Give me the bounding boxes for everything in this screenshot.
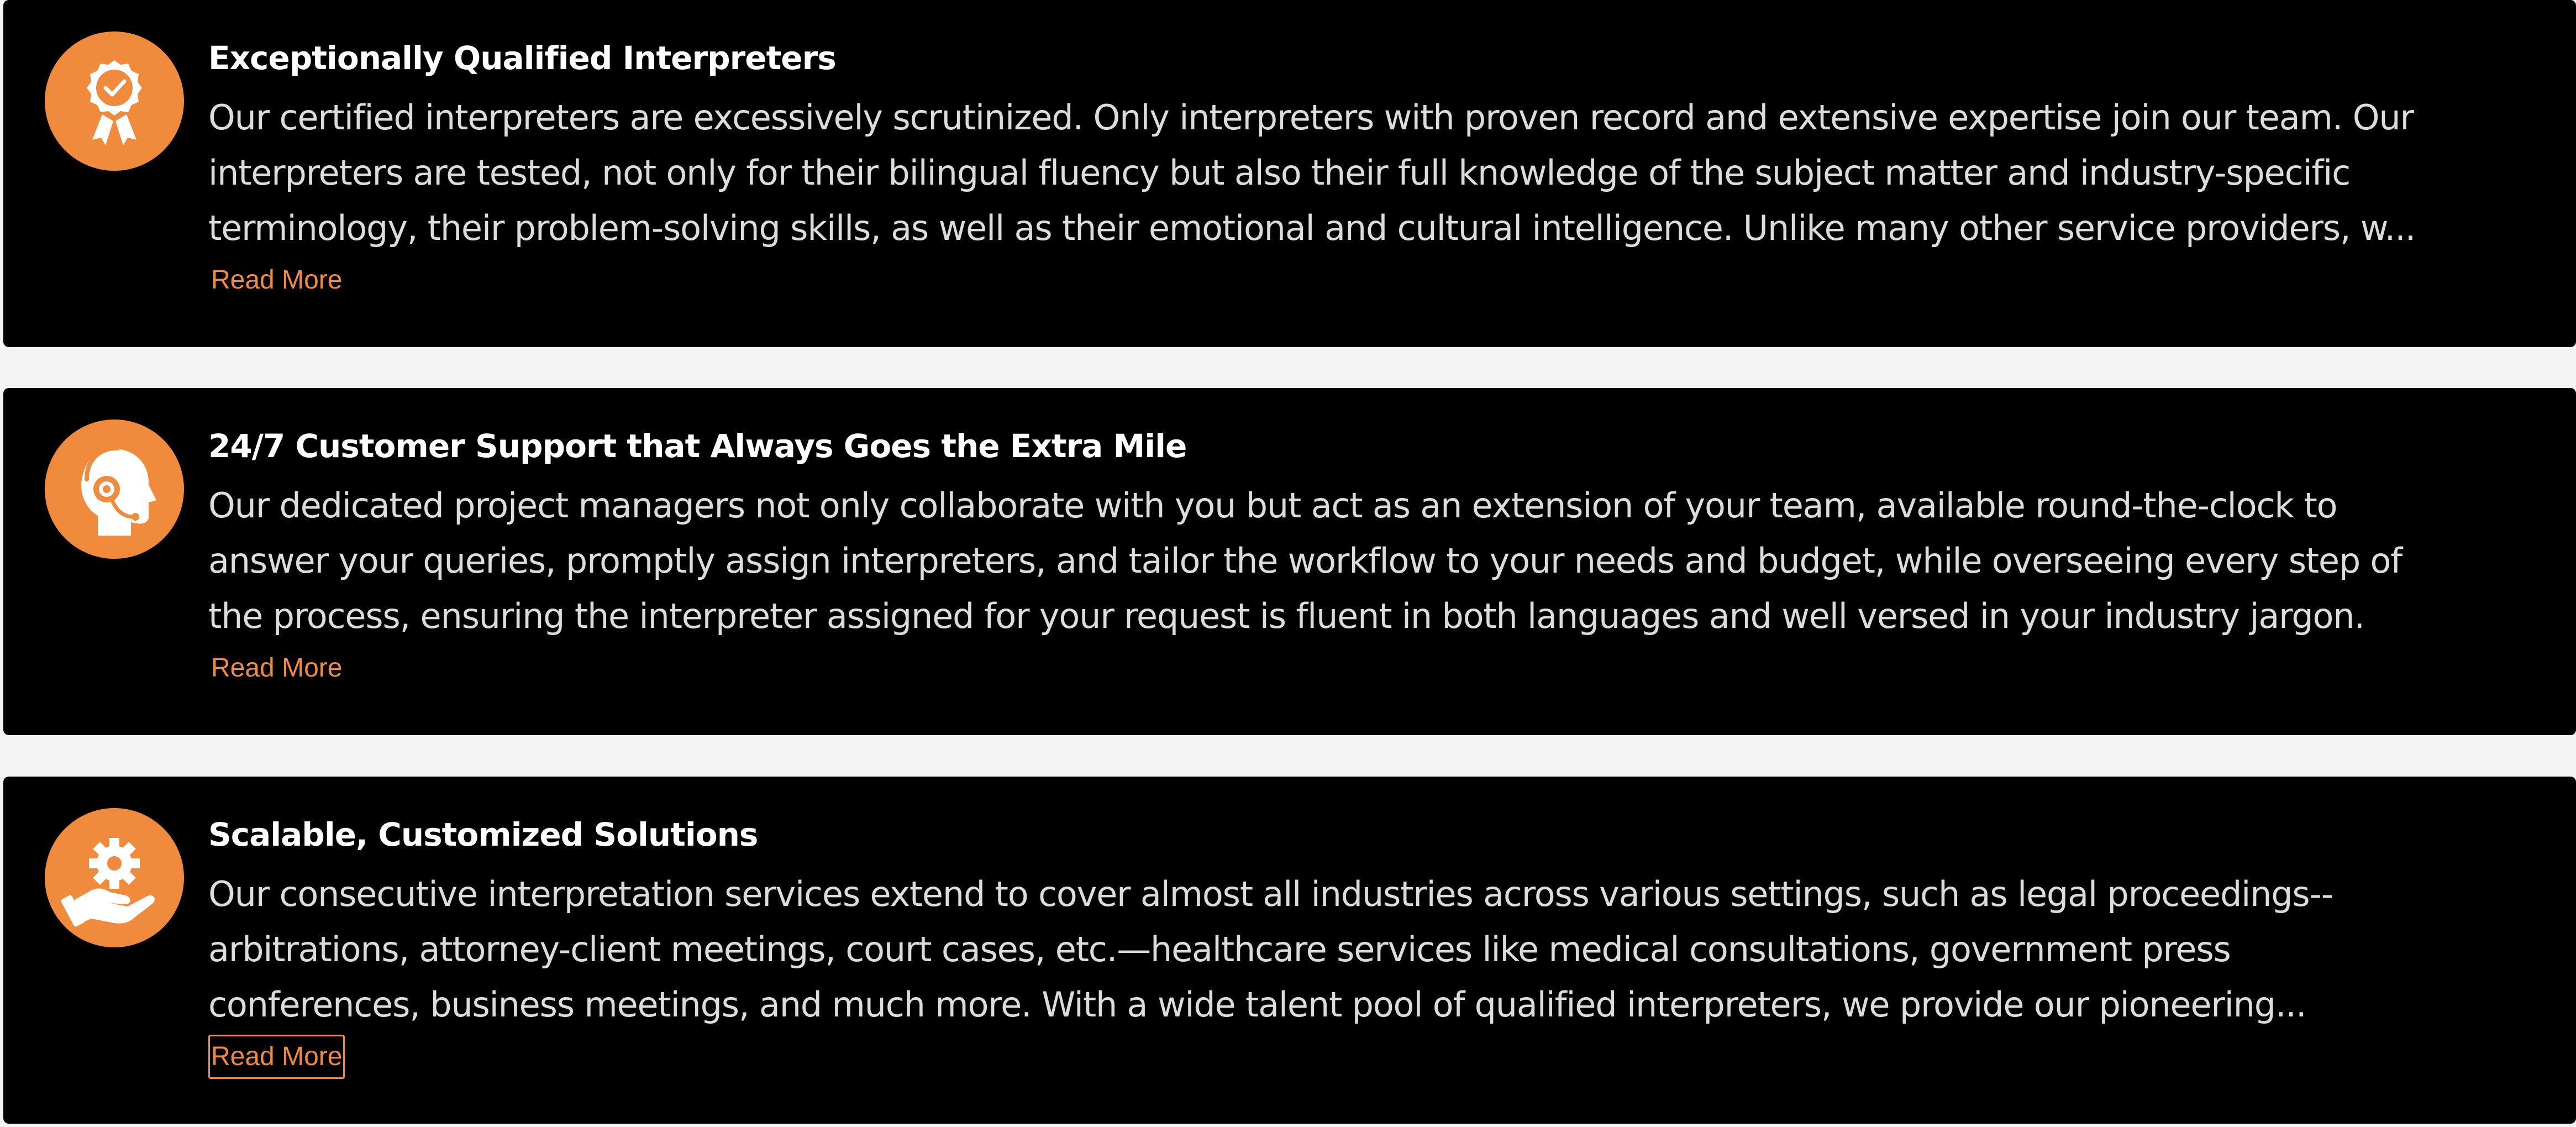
- read-more-link[interactable]: Read More: [208, 1035, 345, 1079]
- feature-description: Our dedicated project managers not only …: [208, 478, 2551, 644]
- feature-content: 24/7 Customer Support that Always Goes t…: [208, 418, 2551, 690]
- read-more-link[interactable]: Read More: [208, 258, 345, 302]
- feature-card-customer-support: 24/7 Customer Support that Always Goes t…: [3, 388, 2576, 735]
- description-line: conferences, business meetings, and much…: [208, 984, 2307, 1025]
- feature-title: Exceptionally Qualified Interpreters: [208, 39, 837, 77]
- description-line: arbitrations, attorney-client meetings, …: [208, 929, 2231, 969]
- award-ribbon-icon: [45, 32, 184, 171]
- feature-card-qualified-interpreters: Exceptionally Qualified Interpreters Our…: [3, 0, 2576, 347]
- description-line: answer your queries, promptly assign int…: [208, 541, 2402, 581]
- feature-title: 24/7 Customer Support that Always Goes t…: [208, 427, 1187, 465]
- description-line: Our dedicated project managers not only …: [208, 485, 2338, 526]
- gear-hand-icon: [45, 808, 184, 947]
- feature-description: Our consecutive interpretation services …: [208, 867, 2551, 1032]
- description-line: Our certified interpreters are excessive…: [208, 97, 2414, 138]
- description-line: terminology, their problem-solving skill…: [208, 208, 2416, 248]
- headset-support-icon: [45, 420, 184, 559]
- description-line: the process, ensuring the interpreter as…: [208, 596, 2365, 636]
- feature-content: Scalable, Customized Solutions Our conse…: [208, 807, 2551, 1079]
- read-more-link[interactable]: Read More: [208, 646, 345, 690]
- description-line: Our consecutive interpretation services …: [208, 874, 2333, 914]
- feature-title: Scalable, Customized Solutions: [208, 816, 758, 853]
- feature-card-scalable-solutions: Scalable, Customized Solutions Our conse…: [3, 777, 2576, 1124]
- description-line: interpreters are tested, not only for th…: [208, 153, 2351, 193]
- feature-description: Our certified interpreters are excessive…: [208, 90, 2551, 256]
- feature-content: Exceptionally Qualified Interpreters Our…: [208, 30, 2551, 302]
